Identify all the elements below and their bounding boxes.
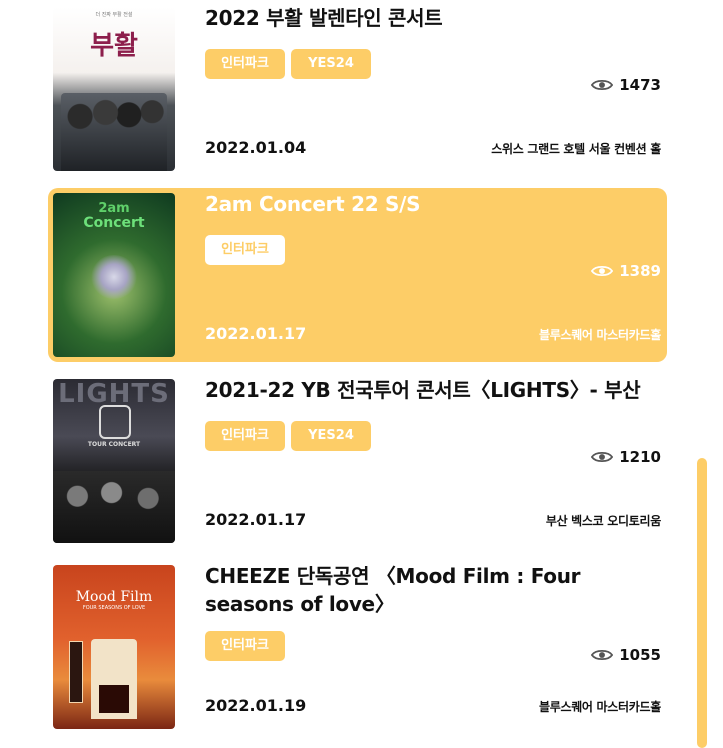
- ticket-link-interpark[interactable]: 인터파크: [205, 631, 285, 661]
- concert-poster[interactable]: Mood Film FOUR SEASONS OF LOVE: [53, 565, 175, 729]
- poster-title: 부활: [90, 31, 138, 61]
- ticket-link-interpark[interactable]: 인터파크: [205, 49, 285, 79]
- concert-card[interactable]: 2am Concert 2am Concert 22 S/S 인터파크 1389…: [48, 188, 667, 362]
- poster-title: 2am: [98, 201, 130, 216]
- concert-venue: 블루스퀘어 마스터카드홀: [538, 700, 661, 714]
- poster-subtitle: Concert: [83, 215, 145, 231]
- concert-poster[interactable]: 2am Concert: [53, 193, 175, 357]
- poster-sign: [69, 641, 83, 703]
- ticket-links: 인터파크: [205, 235, 285, 265]
- concert-venue: 블루스퀘어 마스터카드홀: [538, 328, 661, 342]
- concert-title[interactable]: 2021-22 YB 전국투어 콘서트〈LIGHTS〉- 부산: [205, 376, 661, 404]
- poster-subtitle: FOUR SEASONS OF LOVE: [82, 605, 146, 611]
- concert-date: 2022.01.04: [205, 138, 307, 157]
- eye-icon: [591, 649, 614, 661]
- scrollbar-thumb[interactable]: [697, 458, 707, 748]
- view-count-value: 1473: [619, 76, 661, 94]
- concert-title[interactable]: 2022 부활 발렌타인 콘서트: [205, 4, 661, 32]
- concert-venue: 스위스 그랜드 호텔 서울 컨벤션 홀: [491, 142, 661, 156]
- poster-subtitle: 더 진짜 부활 전설: [95, 12, 133, 18]
- poster-graphic: [91, 255, 137, 299]
- view-count-value: 1210: [619, 448, 661, 466]
- view-count: 1473: [591, 76, 661, 94]
- concert-date: 2022.01.19: [205, 696, 307, 715]
- concert-card[interactable]: Mood Film FOUR SEASONS OF LOVE CHEEZE 단독…: [48, 560, 667, 734]
- poster-subtitle: TOUR CONCERT: [87, 441, 141, 448]
- poster-photo: [61, 93, 167, 171]
- eye-icon: [591, 265, 614, 277]
- eye-icon: [591, 79, 614, 91]
- yb-logo-icon: [99, 405, 131, 439]
- poster-title: Mood Film: [75, 589, 153, 605]
- concert-title[interactable]: CHEEZE 단독공연 〈Mood Film : Four seasons of…: [205, 562, 661, 618]
- ticket-links: 인터파크 YES24: [205, 49, 371, 79]
- ticket-link-yes24[interactable]: YES24: [291, 49, 371, 79]
- concert-card[interactable]: LIGHTS TOUR CONCERT 2021-22 YB 전국투어 콘서트〈…: [48, 374, 667, 548]
- view-count: 1055: [591, 646, 661, 664]
- concert-poster[interactable]: LIGHTS TOUR CONCERT: [53, 379, 175, 543]
- ticket-link-interpark[interactable]: 인터파크: [205, 235, 285, 265]
- ticket-link-interpark[interactable]: 인터파크: [205, 421, 285, 451]
- concert-title[interactable]: 2am Concert 22 S/S: [205, 190, 661, 218]
- ticket-links: 인터파크: [205, 631, 285, 661]
- concert-card[interactable]: 더 진짜 부활 전설 부활 2022 부활 발렌타인 콘서트 인터파크 YES2…: [48, 2, 667, 176]
- concert-date: 2022.01.17: [205, 510, 307, 529]
- concert-poster[interactable]: 더 진짜 부활 전설 부활: [53, 7, 175, 171]
- view-count: 1389: [591, 262, 661, 280]
- concert-venue: 부산 벡스코 오디토리움: [545, 514, 661, 528]
- ticket-links: 인터파크 YES24: [205, 421, 371, 451]
- view-count-value: 1055: [619, 646, 661, 664]
- concert-date: 2022.01.17: [205, 324, 307, 343]
- poster-photo: [53, 471, 175, 543]
- view-count-value: 1389: [619, 262, 661, 280]
- poster-theater: [91, 639, 137, 719]
- ticket-link-yes24[interactable]: YES24: [291, 421, 371, 451]
- view-count: 1210: [591, 448, 661, 466]
- eye-icon: [591, 451, 614, 463]
